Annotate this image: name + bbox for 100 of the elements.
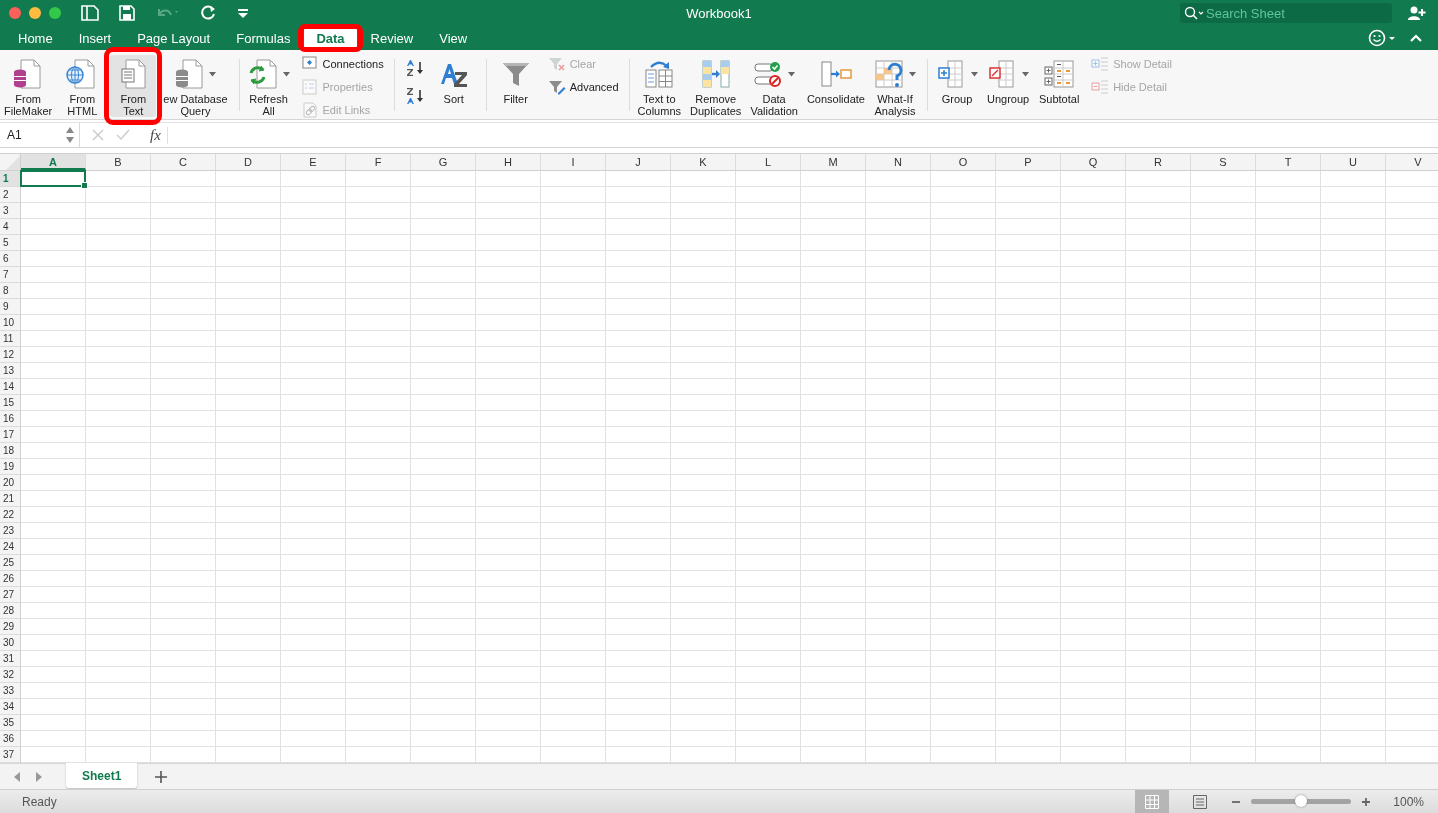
column-header[interactable]: R bbox=[1126, 154, 1191, 170]
ribbon-button[interactable]: From Text bbox=[110, 55, 157, 117]
slider-thumb[interactable] bbox=[1295, 795, 1308, 807]
row-header[interactable]: 28 bbox=[0, 603, 20, 619]
column-header[interactable]: I bbox=[541, 154, 606, 170]
ribbon-button[interactable]: ew Database Query bbox=[161, 55, 230, 117]
active-cell[interactable] bbox=[20, 170, 86, 187]
smiley-icon[interactable] bbox=[1368, 29, 1398, 47]
row-header[interactable]: 21 bbox=[0, 491, 20, 507]
column-header[interactable]: V bbox=[1386, 154, 1438, 170]
sheet-tab[interactable]: Sheet1 bbox=[66, 763, 138, 788]
column-header[interactable]: G bbox=[411, 154, 476, 170]
collapse-ribbon-icon[interactable] bbox=[1410, 33, 1422, 43]
ribbon-button[interactable]: Connections bbox=[300, 55, 384, 73]
zoom-in-icon[interactable] bbox=[1361, 796, 1372, 807]
ribbon-tab[interactable]: Home bbox=[6, 28, 65, 50]
check-icon[interactable] bbox=[116, 129, 130, 141]
sort-descending-icon[interactable] bbox=[404, 87, 425, 105]
column-header[interactable]: C bbox=[151, 154, 216, 170]
row-header[interactable]: 30 bbox=[0, 635, 20, 651]
ribbon-tab[interactable]: Review bbox=[358, 28, 426, 50]
row-header[interactable]: 27 bbox=[0, 587, 20, 603]
row-header[interactable]: 23 bbox=[0, 523, 20, 539]
ribbon-button[interactable]: Filter bbox=[492, 55, 539, 105]
add-person-icon[interactable] bbox=[1408, 6, 1426, 20]
ribbon-button[interactable]: Refresh All bbox=[245, 55, 292, 117]
column-header[interactable]: J bbox=[606, 154, 671, 170]
row-header[interactable]: 12 bbox=[0, 347, 20, 363]
row-header[interactable]: 7 bbox=[0, 267, 20, 283]
customize-icon[interactable] bbox=[237, 7, 249, 19]
ribbon-button[interactable]: Subtotal bbox=[1036, 55, 1083, 105]
row-header[interactable]: 29 bbox=[0, 619, 20, 635]
row-header[interactable]: 31 bbox=[0, 651, 20, 667]
column-header[interactable]: U bbox=[1321, 154, 1386, 170]
row-header[interactable]: 10 bbox=[0, 315, 20, 331]
column-header[interactable]: P bbox=[996, 154, 1061, 170]
column-header[interactable]: D bbox=[216, 154, 281, 170]
ribbon-button[interactable]: Sort bbox=[430, 55, 477, 105]
row-header[interactable]: 24 bbox=[0, 539, 20, 555]
ribbon-tab[interactable]: Page Layout bbox=[125, 28, 223, 50]
column-header[interactable]: N bbox=[866, 154, 931, 170]
ribbon-tab[interactable]: Formulas bbox=[224, 28, 303, 50]
sort-ascending-icon[interactable] bbox=[404, 59, 425, 77]
search-field[interactable]: Search Sheet bbox=[1180, 3, 1392, 23]
view-button[interactable] bbox=[1135, 790, 1170, 813]
column-header[interactable]: E bbox=[281, 154, 346, 170]
row-header[interactable]: 17 bbox=[0, 427, 20, 443]
column-header[interactable]: M bbox=[801, 154, 866, 170]
insert-function-button[interactable]: fx bbox=[150, 126, 168, 144]
ribbon-tab[interactable]: Insert bbox=[66, 28, 124, 50]
row-header[interactable]: 2 bbox=[0, 187, 20, 203]
row-header[interactable]: 16 bbox=[0, 411, 20, 427]
ribbon-button[interactable]: What-If Analysis bbox=[871, 55, 918, 117]
ribbon-button[interactable]: From HTML bbox=[59, 55, 106, 117]
row-header[interactable]: 18 bbox=[0, 443, 20, 459]
ribbon-button[interactable]: Remove Duplicates bbox=[688, 55, 744, 117]
column-header[interactable]: B bbox=[86, 154, 151, 170]
ribbon-button[interactable]: Ungroup bbox=[984, 55, 1032, 105]
row-header[interactable]: 32 bbox=[0, 667, 20, 683]
redo-icon[interactable] bbox=[201, 5, 217, 21]
row-header[interactable]: 35 bbox=[0, 715, 20, 731]
row-header[interactable]: 3 bbox=[0, 203, 20, 219]
row-header[interactable]: 1 bbox=[0, 171, 20, 187]
ribbon-button[interactable]: Data Validation bbox=[748, 55, 800, 117]
ribbon-button[interactable]: Advanced bbox=[547, 78, 619, 96]
column-header[interactable]: H bbox=[476, 154, 541, 170]
column-header[interactable]: S bbox=[1191, 154, 1256, 170]
save-icon[interactable] bbox=[119, 5, 135, 21]
column-header[interactable]: O bbox=[931, 154, 996, 170]
row-header[interactable]: 5 bbox=[0, 235, 20, 251]
column-header[interactable]: L bbox=[736, 154, 801, 170]
row-header[interactable]: 34 bbox=[0, 699, 20, 715]
add-sheet-icon[interactable] bbox=[155, 770, 168, 783]
row-header[interactable]: 9 bbox=[0, 299, 20, 315]
row-header[interactable]: 25 bbox=[0, 555, 20, 571]
name-box[interactable]: A1 bbox=[0, 123, 80, 147]
row-header[interactable]: 15 bbox=[0, 395, 20, 411]
ribbon-button[interactable]: Consolidate bbox=[804, 55, 867, 105]
previous-sheet-icon[interactable] bbox=[12, 770, 22, 783]
row-header[interactable]: 14 bbox=[0, 379, 20, 395]
row-header[interactable]: 19 bbox=[0, 459, 20, 475]
row-header[interactable]: 33 bbox=[0, 683, 20, 699]
sidebar-icon[interactable] bbox=[81, 5, 99, 21]
ribbon-button[interactable]: Text to Columns bbox=[635, 55, 683, 117]
column-header[interactable]: T bbox=[1256, 154, 1321, 170]
zoom-button[interactable] bbox=[49, 7, 61, 19]
next-sheet-icon[interactable] bbox=[34, 770, 44, 783]
row-header[interactable]: 36 bbox=[0, 731, 20, 747]
row-header[interactable]: 11 bbox=[0, 331, 20, 347]
column-header[interactable]: Q bbox=[1061, 154, 1126, 170]
ribbon-button[interactable]: Group bbox=[933, 55, 980, 105]
column-header[interactable]: K bbox=[671, 154, 736, 170]
row-header[interactable]: 22 bbox=[0, 507, 20, 523]
row-header[interactable]: 13 bbox=[0, 363, 20, 379]
column-header[interactable]: F bbox=[346, 154, 411, 170]
row-header[interactable]: 6 bbox=[0, 251, 20, 267]
row-header[interactable]: 8 bbox=[0, 283, 20, 299]
row-header[interactable]: 26 bbox=[0, 571, 20, 587]
minimize-button[interactable] bbox=[29, 7, 41, 19]
ribbon-tab[interactable]: View bbox=[427, 28, 480, 50]
